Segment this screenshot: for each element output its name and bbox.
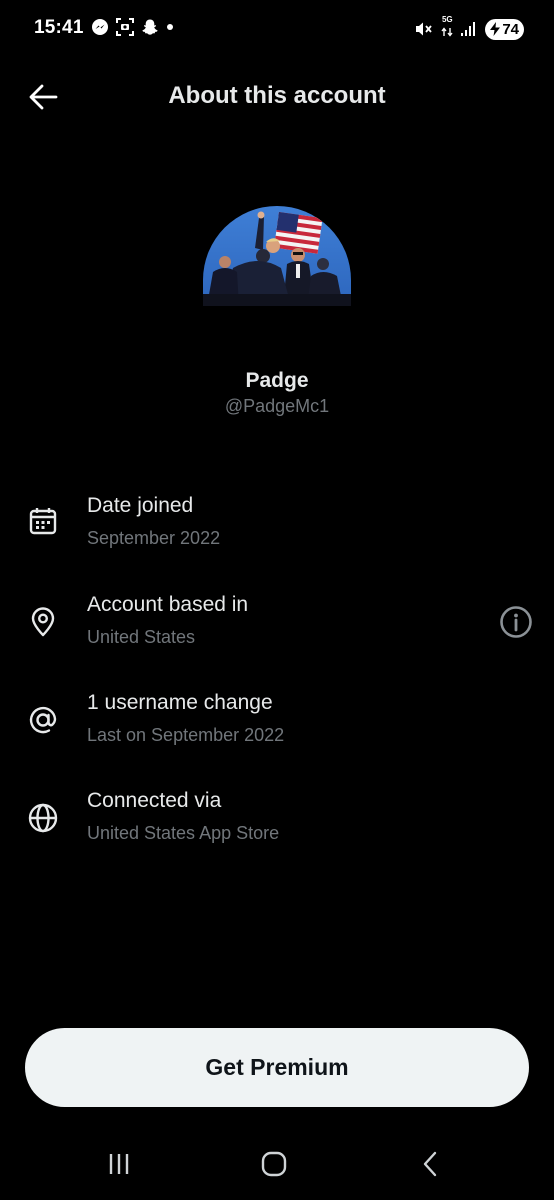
- recent-apps-icon: [109, 1154, 129, 1174]
- recent-apps-button[interactable]: [99, 1144, 139, 1184]
- notification-icons: [91, 18, 174, 36]
- status-time: 15:41: [34, 17, 84, 38]
- charging-icon: [490, 22, 501, 36]
- chevron-left-icon: [423, 1151, 437, 1177]
- info-button[interactable]: [498, 604, 534, 640]
- date-joined-value: September 2022: [87, 528, 221, 548]
- mute-icon: [416, 22, 433, 36]
- system-back-button[interactable]: [410, 1144, 450, 1184]
- username-change-row: 1 username change Last on September 2022: [0, 691, 554, 761]
- connected-via-row: Connected via United States App Store: [0, 789, 554, 859]
- location-pin-icon: [25, 604, 61, 640]
- connected-via-label: Connected via: [87, 789, 222, 812]
- profile-photo: [203, 206, 351, 306]
- account-based-in-row: Account based in United States: [0, 593, 554, 663]
- calendar-icon: [25, 503, 61, 539]
- account-based-in-label: Account based in: [87, 593, 249, 616]
- date-joined-row: Date joined September 2022: [0, 494, 554, 564]
- header: About this account: [0, 70, 554, 124]
- username-handle: @PadgeMc1: [224, 396, 330, 416]
- connected-via-value: United States App Store: [87, 823, 280, 843]
- page-title: About this account: [168, 82, 386, 109]
- system-icons: 5G 74: [414, 16, 524, 42]
- username-change-value: Last on September 2022: [87, 725, 285, 745]
- globe-icon: [25, 800, 61, 836]
- snapchat-icon: [142, 19, 158, 35]
- network-type: 5G: [441, 15, 453, 24]
- avatar[interactable]: [203, 206, 351, 306]
- battery-indicator: 74: [485, 18, 524, 40]
- home-button[interactable]: [254, 1144, 294, 1184]
- system-nav-bar: [0, 1130, 554, 1200]
- battery-level: 74: [502, 20, 519, 38]
- messenger-icon: [92, 19, 108, 35]
- data-arrows-icon: [441, 27, 453, 37]
- screenshot-icon: [116, 18, 134, 36]
- signal-icon: [461, 22, 476, 36]
- info-icon: [500, 606, 532, 638]
- get-premium-button[interactable]: Get Premium: [25, 1028, 529, 1107]
- account-based-in-value: United States: [87, 627, 196, 647]
- status-bar: 15:41 5G 74: [0, 0, 554, 58]
- display-name: Padge: [245, 369, 309, 392]
- username-change-label: 1 username change: [87, 691, 273, 714]
- at-sign-icon: [25, 702, 61, 738]
- dot-icon: [167, 24, 173, 30]
- home-icon: [261, 1151, 287, 1177]
- date-joined-label: Date joined: [87, 494, 194, 517]
- network-indicator: 5G: [441, 16, 453, 42]
